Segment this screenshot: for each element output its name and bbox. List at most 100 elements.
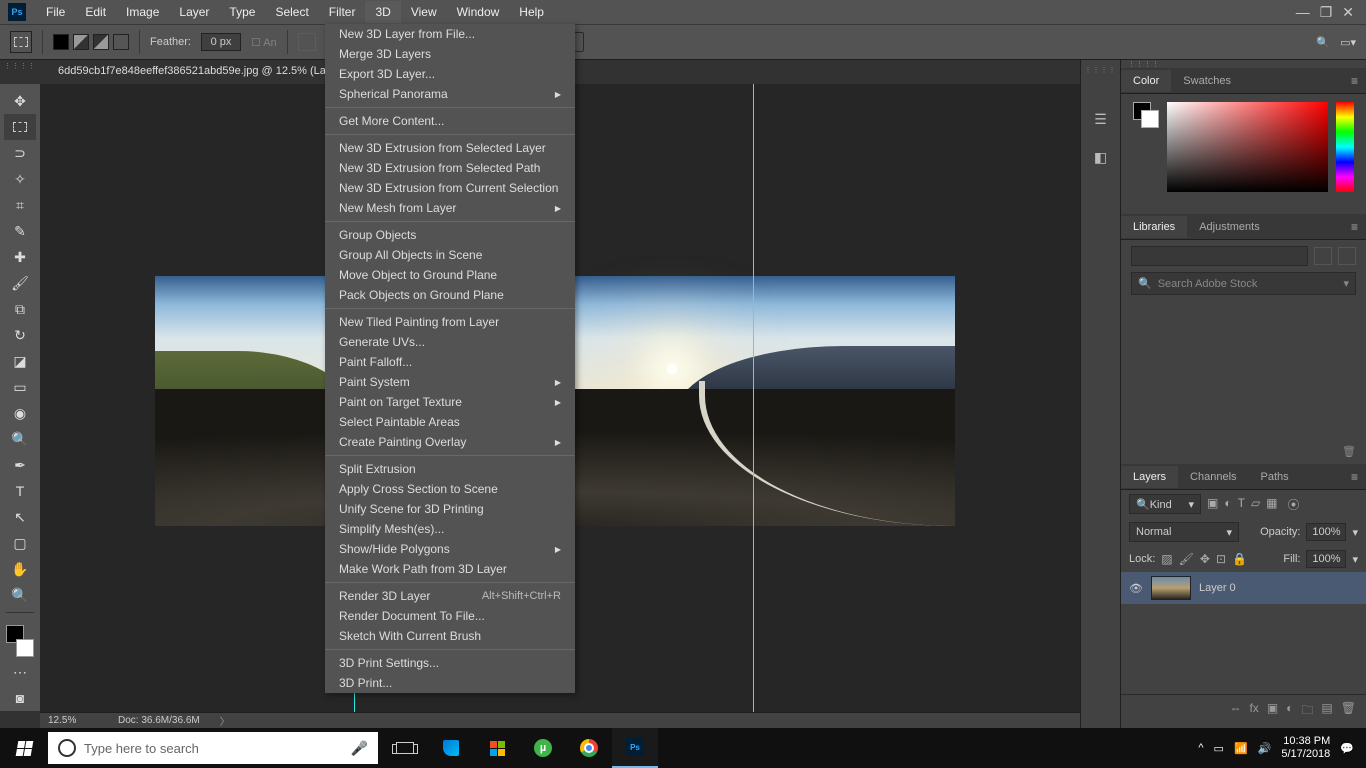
color-tab[interactable]: Color <box>1121 70 1171 92</box>
filter-smart-icon[interactable]: ▦ <box>1266 496 1277 513</box>
clock[interactable]: 10:38 PM 5/17/2018 <box>1281 735 1330 761</box>
menu-image[interactable]: Image <box>116 1 169 23</box>
stamp-tool[interactable]: ⧉ <box>4 296 36 322</box>
battery-icon[interactable]: ▭ <box>1214 742 1224 755</box>
lock-pixels-icon[interactable]: 🖌 <box>1179 552 1194 566</box>
trash-icon[interactable]: 🗑 <box>1342 445 1356 458</box>
zoom-tool[interactable]: 🔍 <box>4 582 36 608</box>
quickmask-icon[interactable]: ◙ <box>4 685 36 711</box>
start-button[interactable] <box>0 728 48 768</box>
grid-view-icon[interactable] <box>1314 247 1332 265</box>
menu-help[interactable]: Help <box>509 1 554 23</box>
path-select-tool[interactable]: ↖ <box>4 504 36 530</box>
menu-item[interactable]: New Tiled Painting from Layer <box>325 312 575 332</box>
volume-icon[interactable]: 🔊 <box>1258 742 1272 755</box>
history-brush-tool[interactable]: ↻ <box>4 322 36 348</box>
blur-tool[interactable]: ◉ <box>4 400 36 426</box>
menu-layer[interactable]: Layer <box>169 1 219 23</box>
history-icon[interactable]: ☰ <box>1090 108 1112 130</box>
panel-menu-icon[interactable]: ≡ <box>1343 215 1366 239</box>
menu-item[interactable]: Select Paintable Areas <box>325 412 575 432</box>
selection-mode-new-icon[interactable] <box>53 34 69 50</box>
eraser-tool[interactable]: ◪ <box>4 348 36 374</box>
visibility-icon[interactable]: 👁 <box>1129 582 1143 595</box>
active-tool-icon[interactable] <box>10 31 32 53</box>
panel-menu-icon[interactable]: ≡ <box>1343 465 1366 489</box>
panel-menu-icon[interactable]: ≡ <box>1343 69 1366 93</box>
edit-toolbar-icon[interactable]: ⋯ <box>4 659 36 685</box>
mic-icon[interactable]: 🎤 <box>351 740 368 757</box>
dock-handle[interactable]: ⋮⋮⋮⋮ <box>1086 66 1116 74</box>
crop-tool[interactable]: ⌗ <box>4 192 36 218</box>
menu-item[interactable]: Group All Objects in Scene <box>325 245 575 265</box>
color-field[interactable] <box>1167 102 1328 192</box>
menu-file[interactable]: File <box>36 1 75 23</box>
filter-adjust-icon[interactable]: ◐ <box>1224 496 1231 513</box>
menu-item[interactable]: 3D Print... <box>325 673 575 693</box>
menu-type[interactable]: Type <box>219 1 265 23</box>
menu-item[interactable]: Export 3D Layer... <box>325 64 575 84</box>
group-icon[interactable]: 🗀 <box>1301 701 1313 722</box>
selection-mode-intersect-icon[interactable] <box>113 34 129 50</box>
layer-name[interactable]: Layer 0 <box>1199 582 1236 594</box>
menu-window[interactable]: Window <box>447 1 510 23</box>
link-icon[interactable]: ⇔ <box>1229 701 1241 722</box>
edge-icon[interactable] <box>428 728 474 768</box>
tray-chevron-icon[interactable]: ^ <box>1198 742 1203 754</box>
channels-tab[interactable]: Channels <box>1178 466 1248 488</box>
healing-tool[interactable]: ✚ <box>4 244 36 270</box>
utorrent-icon[interactable]: µ <box>520 728 566 768</box>
menu-item[interactable]: Paint on Target Texture <box>325 392 575 412</box>
doc-size[interactable]: Doc: 36.6M/36.6M <box>118 715 200 726</box>
filter-shape-icon[interactable]: ▱ <box>1251 496 1260 513</box>
menu-item[interactable]: Unify Scene for 3D Printing <box>325 499 575 519</box>
minimize-button[interactable]: — <box>1296 4 1310 21</box>
menu-item[interactable]: Render 3D LayerAlt+Shift+Ctrl+R <box>325 586 575 606</box>
menu-item[interactable]: Paint Falloff... <box>325 352 575 372</box>
menu-select[interactable]: Select <box>265 1 318 23</box>
search-icon[interactable]: 🔍 <box>1316 36 1330 49</box>
menu-item[interactable]: Pack Objects on Ground Plane <box>325 285 575 305</box>
properties-icon[interactable]: ◧ <box>1090 146 1112 168</box>
dodge-tool[interactable]: 🔍 <box>4 426 36 452</box>
menu-item[interactable]: Create Painting Overlay <box>325 432 575 452</box>
selection-mode-subtract-icon[interactable] <box>93 34 109 50</box>
workspace-icon[interactable]: ▭▾ <box>1340 36 1356 49</box>
lasso-tool[interactable]: ⊃ <box>4 140 36 166</box>
menu-filter[interactable]: Filter <box>319 1 366 23</box>
chevron-down-icon[interactable]: ▾ <box>1343 277 1349 290</box>
dock-handle[interactable]: ⋮⋮⋮⋮ <box>1129 60 1159 68</box>
photoshop-taskbar-icon[interactable]: Ps <box>612 728 658 768</box>
menu-item[interactable]: New Mesh from Layer <box>325 198 575 218</box>
paths-tab[interactable]: Paths <box>1249 466 1301 488</box>
status-arrow-icon[interactable]: 〉 <box>220 713 230 728</box>
pen-tool[interactable]: ✒ <box>4 452 36 478</box>
lock-artboard-icon[interactable]: ⊡ <box>1216 552 1226 566</box>
layer-row[interactable]: 👁 Layer 0 <box>1121 572 1366 604</box>
guide-line[interactable] <box>753 84 754 712</box>
marquee-tool[interactable] <box>4 114 36 140</box>
fill-input[interactable]: 100% <box>1306 550 1346 568</box>
wifi-icon[interactable]: 📶 <box>1234 742 1248 755</box>
lock-all-icon[interactable]: 🔒 <box>1232 552 1247 566</box>
menu-item[interactable]: New 3D Extrusion from Selected Path <box>325 158 575 178</box>
chrome-icon[interactable] <box>566 728 612 768</box>
menu-3d[interactable]: 3D <box>365 1 400 23</box>
close-button[interactable]: ✕ <box>1342 4 1354 21</box>
type-tool[interactable]: T <box>4 478 36 504</box>
filter-type-icon[interactable]: T <box>1238 496 1245 513</box>
quick-select-tool[interactable]: ✧ <box>4 166 36 192</box>
layers-tab[interactable]: Layers <box>1121 466 1178 488</box>
library-dropdown[interactable] <box>1131 246 1308 266</box>
chevron-down-icon[interactable]: ▾ <box>1352 553 1358 566</box>
feather-input[interactable]: 0 px <box>201 33 241 51</box>
menu-item[interactable]: Group Objects <box>325 225 575 245</box>
menu-item[interactable]: Generate UVs... <box>325 332 575 352</box>
new-layer-icon[interactable]: ▤ <box>1321 701 1332 722</box>
shape-tool[interactable]: ▢ <box>4 530 36 556</box>
menu-item[interactable]: Show/Hide Polygons <box>325 539 575 559</box>
layer-filter-dropdown[interactable]: 🔍Kind▾ <box>1129 494 1201 514</box>
brush-tool[interactable]: 🖌 <box>4 270 36 296</box>
swatches-tab[interactable]: Swatches <box>1171 70 1243 92</box>
menu-item[interactable]: Make Work Path from 3D Layer <box>325 559 575 579</box>
